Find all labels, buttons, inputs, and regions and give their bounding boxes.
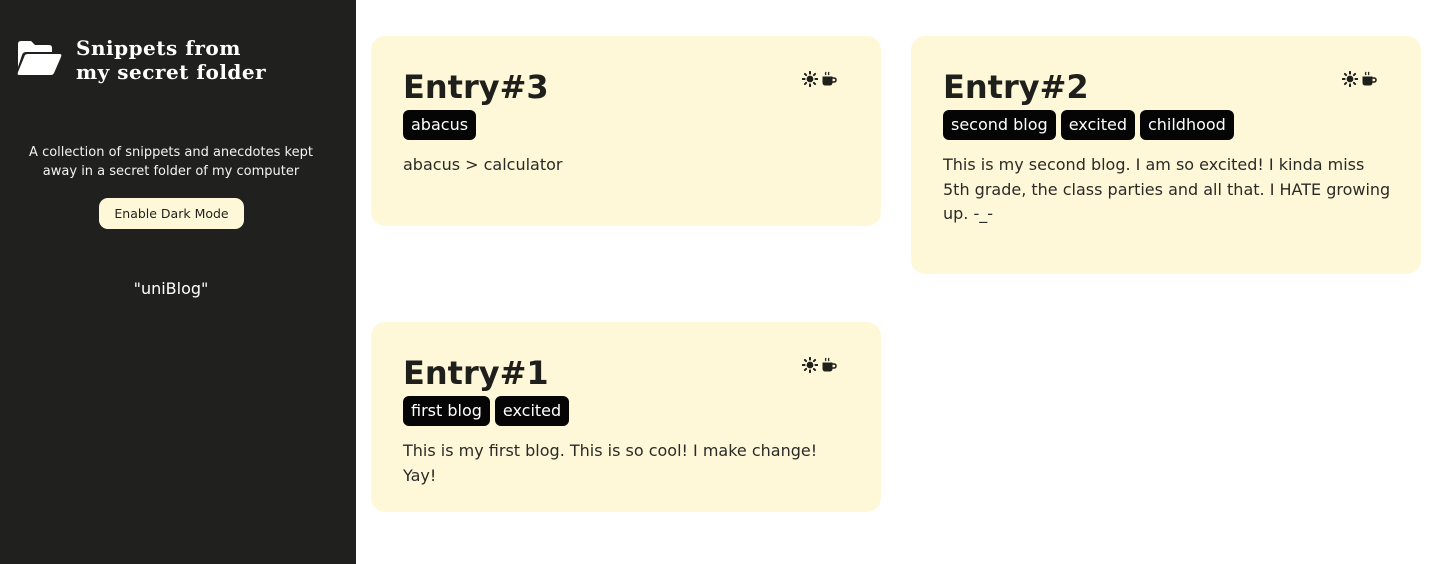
entry-title: Entry#1 xyxy=(403,354,549,392)
entry-body: abacus > calculator xyxy=(403,155,563,174)
enable-dark-mode-button[interactable]: Enable Dark Mode xyxy=(99,198,244,229)
entry-card: Entry#2 second blog excited childhood Th… xyxy=(911,36,1421,274)
entry-title: Entry#3 xyxy=(403,68,549,106)
sun-icon[interactable] xyxy=(1342,71,1358,87)
site-title-line-2: my secret folder xyxy=(76,60,267,84)
entry-icons xyxy=(802,357,837,373)
brand: Snippets from my secret folder xyxy=(16,36,266,84)
entry-title: Entry#2 xyxy=(943,68,1089,106)
tag-list: abacus xyxy=(403,110,477,140)
sun-icon[interactable] xyxy=(802,71,818,87)
tag[interactable]: abacus xyxy=(403,110,477,140)
tag[interactable]: excited xyxy=(494,396,570,426)
site-title: Snippets from my secret folder xyxy=(76,36,266,84)
entry-body: This is my second blog. I am so excited!… xyxy=(943,155,1391,223)
entry-card: Entry#3 abacus abacus > calculator xyxy=(371,36,881,226)
tag-list: second blog excited childhood xyxy=(943,110,1234,140)
tag[interactable]: excited xyxy=(1060,110,1135,140)
folder-open-icon xyxy=(17,41,62,75)
coffee-icon[interactable] xyxy=(821,357,837,373)
site-name: "uniBlog" xyxy=(133,279,209,298)
tag[interactable]: second blog xyxy=(943,110,1056,140)
sun-icon[interactable] xyxy=(802,357,818,373)
tag[interactable]: childhood xyxy=(1139,110,1234,140)
tag-list: first blog excited xyxy=(403,396,570,426)
coffee-icon[interactable] xyxy=(821,71,837,87)
coffee-icon[interactable] xyxy=(1361,71,1377,87)
entry-card: Entry#1 first blog excited This is my fi… xyxy=(371,322,881,512)
entry-icons xyxy=(802,71,837,87)
tagline: A collection of snippets and anecdotes k… xyxy=(29,145,313,179)
sidebar: Snippets from my secret folder A collect… xyxy=(0,0,356,564)
tag[interactable]: first blog xyxy=(403,396,490,426)
site-title-line-1: Snippets from xyxy=(76,36,241,60)
entry-body: This is my first blog. This is so cool! … xyxy=(403,441,818,485)
entry-icons xyxy=(1342,71,1377,87)
